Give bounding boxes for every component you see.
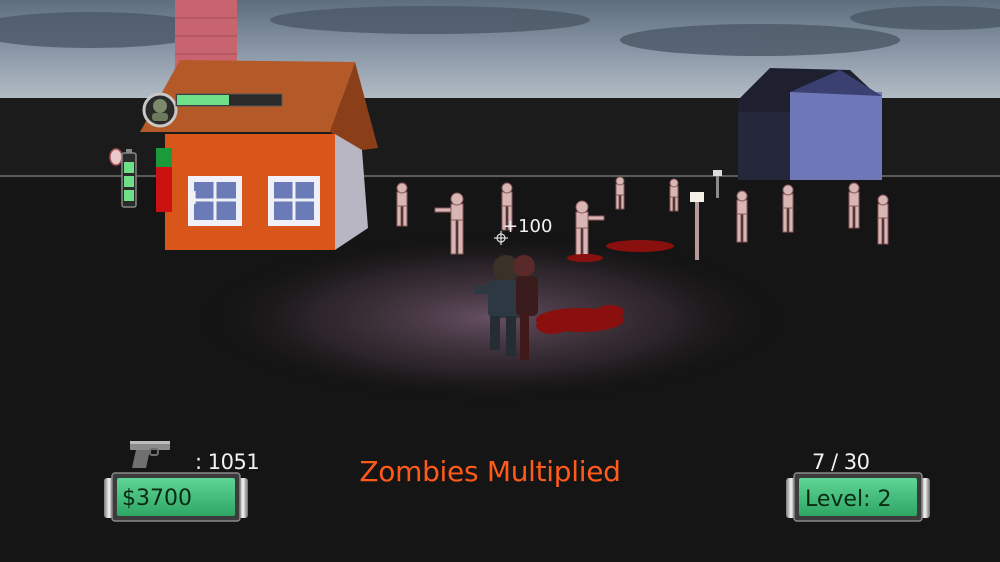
score-popup: +100 — [503, 216, 553, 237]
lives-count: 4 — [187, 188, 199, 209]
ammo-count: : 1051 — [195, 450, 260, 474]
stamina-bar-fill — [177, 95, 229, 105]
notification-text: Zombies Multiplied — [359, 455, 621, 488]
level-value: Level: 2 — [805, 487, 892, 512]
battery-charge-segment — [124, 176, 134, 187]
blue-house — [738, 68, 882, 180]
player-portrait-icon — [142, 92, 178, 128]
battery-charge-segment — [124, 162, 134, 173]
health-bar-fill — [156, 148, 172, 167]
wave-counter: 7 / 30 — [812, 450, 870, 474]
battery-charge-segment — [124, 190, 134, 201]
money-value: $3700 — [122, 486, 192, 511]
